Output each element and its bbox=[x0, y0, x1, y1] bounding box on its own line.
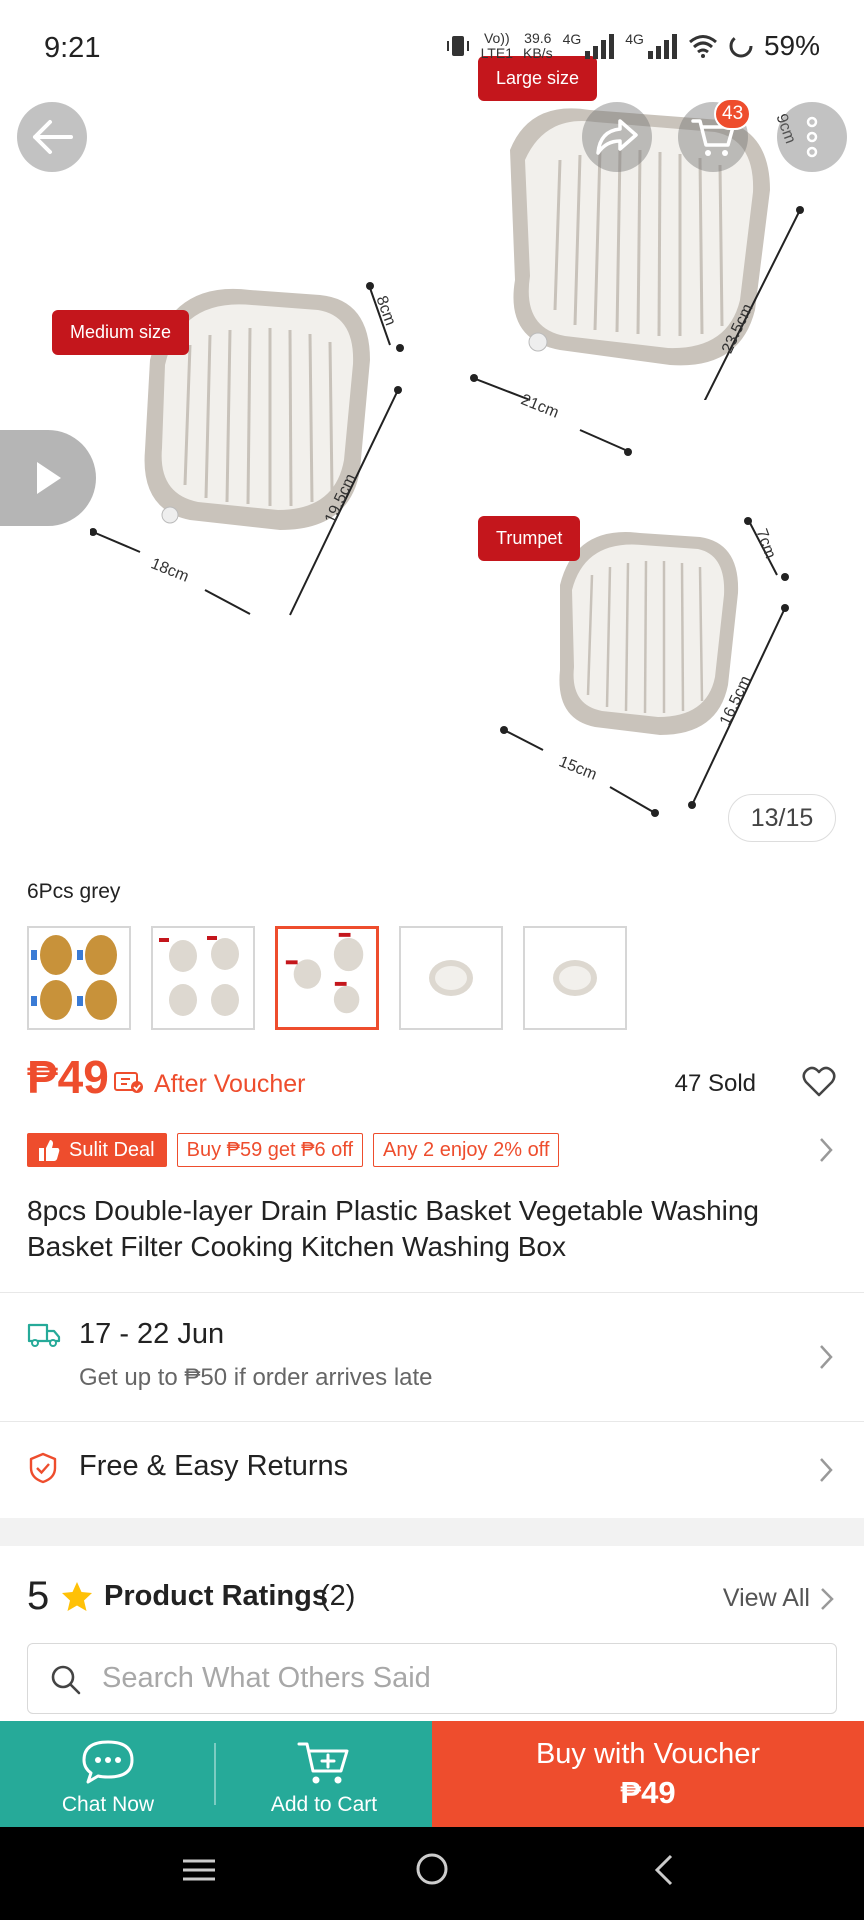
battery-ring-icon bbox=[729, 34, 753, 58]
signal-2-icon bbox=[646, 33, 678, 59]
product-image-gallery[interactable]: 9cm 23.5cm 21cm 8cm 19.5cm 18cm 7cm 16.5… bbox=[0, 0, 864, 850]
signal-1-icon bbox=[583, 33, 615, 59]
recent-apps-icon[interactable] bbox=[181, 1855, 217, 1885]
net-speed: 39.6 KB/s bbox=[523, 30, 553, 61]
add-to-cart-button[interactable]: Add to Cart bbox=[216, 1721, 432, 1827]
cart-button[interactable]: 43 bbox=[678, 98, 752, 172]
buy-label: Buy with Voucher bbox=[535, 1737, 761, 1770]
view-all-chevron-right-icon[interactable] bbox=[820, 1586, 834, 1612]
voucher-icon bbox=[114, 1072, 143, 1093]
variation-thumbnails bbox=[27, 926, 627, 1030]
heart-icon[interactable] bbox=[802, 1066, 836, 1098]
home-icon[interactable] bbox=[414, 1851, 450, 1887]
back-arrow-icon bbox=[33, 120, 73, 154]
bottom-action-bar: Chat Now Add to Cart Buy with Voucher ₱4… bbox=[0, 1721, 864, 1827]
system-nav-bar bbox=[0, 1827, 864, 1920]
more-vertical-icon bbox=[806, 116, 818, 158]
sulit-deal-label: Sulit Deal bbox=[69, 1138, 155, 1161]
size-tag-trumpet: Trumpet bbox=[478, 516, 581, 561]
thumbs-up-icon bbox=[39, 1140, 60, 1161]
deals-chevron-right-icon[interactable] bbox=[818, 1136, 834, 1164]
action-separator bbox=[214, 1743, 216, 1805]
thumb-image bbox=[159, 936, 239, 1016]
thumb-image bbox=[553, 960, 597, 996]
variation-thumb-1[interactable] bbox=[27, 926, 131, 1030]
add-cart-icon bbox=[297, 1742, 349, 1784]
returns-chevron-right-icon[interactable] bbox=[818, 1456, 834, 1484]
chat-icon bbox=[82, 1740, 134, 1784]
back-button[interactable] bbox=[17, 102, 87, 172]
chat-now-button[interactable]: Chat Now bbox=[0, 1721, 216, 1827]
ratings-title: Product Ratings bbox=[104, 1580, 328, 1612]
price: ₱49 bbox=[27, 1051, 109, 1103]
product-title: 8pcs Double-layer Drain Plastic Basket V… bbox=[27, 1195, 760, 1262]
vibrate-icon bbox=[446, 36, 469, 56]
variation-thumb-4[interactable] bbox=[399, 926, 503, 1030]
buy-price: ₱49 bbox=[620, 1774, 676, 1810]
delivery-dates: 17 - 22 Jun bbox=[79, 1318, 225, 1350]
after-voucher-label: After Voucher bbox=[154, 1070, 306, 1098]
variation-thumb-3[interactable] bbox=[275, 926, 379, 1030]
deal-tag-2: Any 2 enjoy 2% off bbox=[373, 1133, 560, 1167]
variation-thumb-2[interactable] bbox=[151, 926, 255, 1030]
size-tag-medium: Medium size bbox=[52, 310, 190, 355]
divider bbox=[0, 1292, 864, 1293]
volte-indicator: Vo)) LTE1 bbox=[480, 30, 513, 61]
review-search-box[interactable] bbox=[27, 1643, 837, 1714]
share-icon bbox=[596, 119, 638, 155]
truck-icon bbox=[27, 1323, 61, 1347]
delivery-chevron-right-icon[interactable] bbox=[818, 1343, 834, 1371]
secondary-actions: Chat Now Add to Cart bbox=[0, 1721, 432, 1827]
deal-tag-1: Buy ₱59 get ₱6 off bbox=[176, 1133, 364, 1167]
section-gap bbox=[0, 1518, 864, 1546]
review-search-input[interactable] bbox=[102, 1658, 802, 1698]
back-nav-icon[interactable] bbox=[653, 1853, 675, 1887]
status-time: 9:21 bbox=[44, 32, 101, 64]
deal-tags[interactable]: Sulit Deal Buy ₱59 get ₱6 off Any 2 enjo… bbox=[27, 1133, 560, 1167]
thumb-image bbox=[31, 935, 117, 1020]
thumb-image bbox=[429, 960, 473, 996]
battery-percent: 59% bbox=[763, 30, 820, 61]
star-icon bbox=[62, 1582, 92, 1611]
share-button[interactable] bbox=[582, 102, 652, 172]
signal-2-label: 4G bbox=[625, 30, 644, 47]
variation-label: 6Pcs grey bbox=[27, 880, 121, 903]
more-options-button[interactable] bbox=[777, 102, 847, 172]
thumb-image bbox=[285, 932, 364, 1014]
view-all-link[interactable]: View All bbox=[723, 1584, 810, 1613]
search-icon bbox=[51, 1665, 81, 1695]
shield-check-icon bbox=[29, 1452, 57, 1484]
buy-with-voucher-button[interactable]: Buy with Voucher ₱49 bbox=[432, 1721, 864, 1827]
ratings-count: (2) bbox=[320, 1580, 356, 1612]
signal-1-label: 4G bbox=[562, 30, 582, 47]
add-to-cart-label: Add to Cart bbox=[270, 1793, 378, 1816]
cart-count-badge: 43 bbox=[714, 98, 752, 130]
returns-label: Free & Easy Returns bbox=[79, 1450, 349, 1482]
status-bar: 9:21 Vo)) LTE1 39.6 KB/s 4G 4G 59% bbox=[0, 0, 864, 100]
wifi-icon bbox=[688, 35, 717, 58]
play-video-button[interactable] bbox=[0, 430, 96, 526]
rating-score: 5 bbox=[27, 1574, 50, 1618]
divider bbox=[0, 1421, 864, 1422]
product-page: 9cm 23.5cm 21cm 8cm 19.5cm 18cm 7cm 16.5… bbox=[0, 0, 864, 1920]
status-icons: Vo)) LTE1 39.6 KB/s 4G 4G 59% bbox=[445, 30, 820, 62]
chat-now-label: Chat Now bbox=[61, 1793, 155, 1816]
play-icon bbox=[37, 462, 61, 494]
sold-count: 47 Sold bbox=[674, 1070, 756, 1097]
delivery-guarantee: Get up to ₱50 if order arrives late bbox=[79, 1364, 433, 1391]
variation-thumb-5[interactable] bbox=[523, 926, 627, 1030]
image-counter: 13/15 bbox=[728, 794, 836, 842]
sulit-deal-badge: Sulit Deal bbox=[27, 1133, 167, 1167]
